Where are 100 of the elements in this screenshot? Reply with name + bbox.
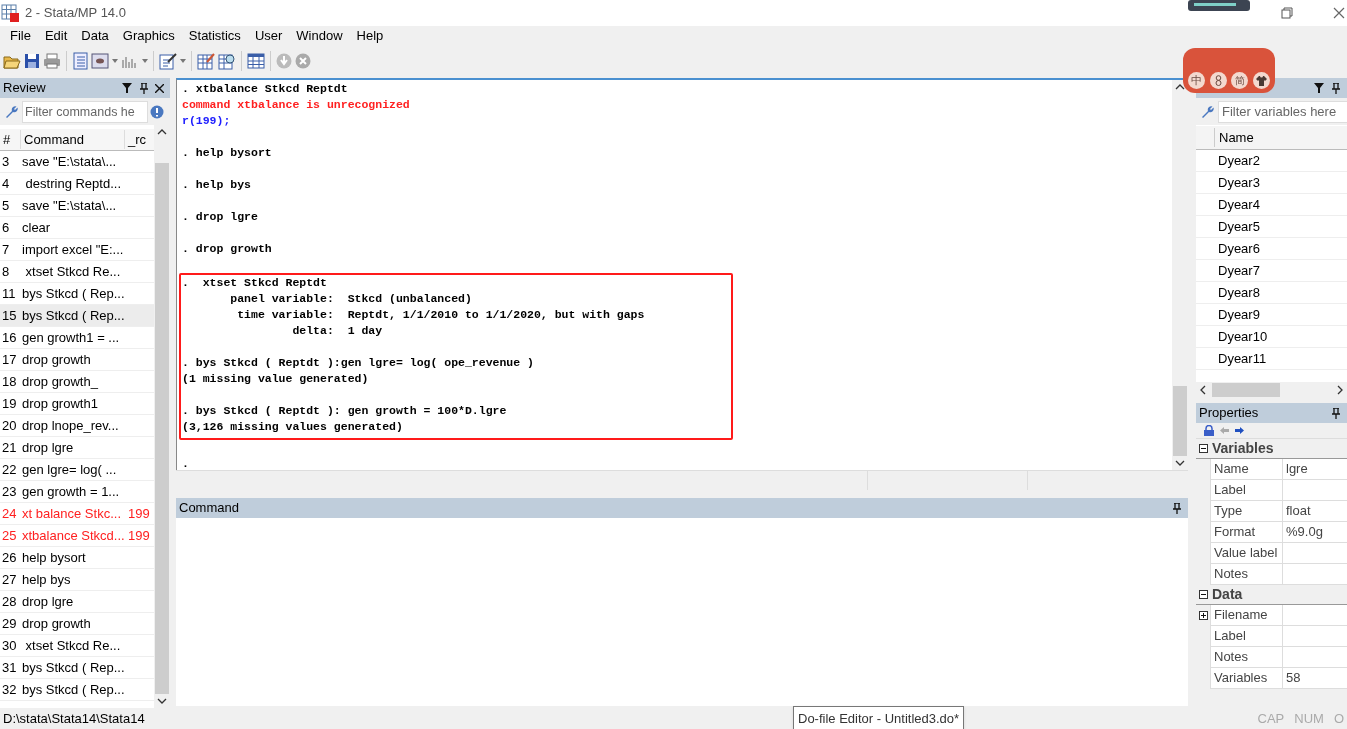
command-text: drop growth <box>21 350 92 369</box>
output-line: panel variable: Stkcd (unbalanced) <box>229 291 473 307</box>
history-row[interactable]: 15 bys Stkcd ( Rep... <box>0 305 154 327</box>
property-value: %9.0g <box>1285 523 1324 542</box>
row-number: 3 <box>1 152 11 171</box>
table-icon[interactable] <box>247 53 265 69</box>
ime-toolbar[interactable]: 中 简 <box>1183 48 1275 93</box>
row-number: 15 <box>1 306 18 325</box>
pin-icon[interactable] <box>140 82 148 94</box>
save-icon[interactable] <box>24 53 40 69</box>
panel-title: Properties <box>1199 404 1260 423</box>
menu-item[interactable]: Data <box>74 26 116 46</box>
variable-name[interactable]: Dyear4 <box>1218 194 1260 215</box>
expand-icon[interactable] <box>1198 611 1208 620</box>
info-icon[interactable] <box>150 104 164 119</box>
group-title: Variables <box>1212 439 1274 458</box>
property-value: lgre <box>1285 460 1309 479</box>
data-browser-icon[interactable] <box>218 52 236 70</box>
command-text: gen growth1 = ... <box>21 328 121 347</box>
edit-document-icon[interactable] <box>159 52 177 70</box>
variable-name[interactable]: Dyear8 <box>1218 282 1260 303</box>
filter-icon[interactable] <box>1314 83 1324 93</box>
pin-icon[interactable] <box>1332 82 1340 94</box>
column-header[interactable]: Command <box>20 129 124 150</box>
command-echo: . bys Stkcd ( Reptdt ):gen lgre= log( ope_revenue ) <box>182 355 535 371</box>
filter-icon[interactable] <box>122 83 132 93</box>
column-header[interactable]: # <box>0 129 20 150</box>
command-text: xtset Stkcd Re... <box>24 636 122 655</box>
close-icon[interactable] <box>155 83 164 93</box>
property-label: Notes <box>1211 564 1283 584</box>
output-line: (3,126 missing values generated) <box>182 419 404 435</box>
status-path: D:\stata\Stata14\Stata14 <box>3 709 145 728</box>
window-title: 2 - Stata/MP 14.0 <box>25 4 126 23</box>
pin-icon[interactable] <box>1332 407 1340 419</box>
command-echo: . xtset Stkcd Reptdt <box>182 275 328 291</box>
command-text: destring Reptd... <box>24 174 122 193</box>
command-echo: . drop growth <box>182 241 273 257</box>
shirt-icon[interactable] <box>1255 75 1267 86</box>
menu-item[interactable]: Window <box>289 26 350 46</box>
output-line: (1 missing value generated) <box>182 371 370 387</box>
wrench-icon <box>4 104 18 119</box>
variable-name[interactable]: Dyear7 <box>1218 260 1260 281</box>
menu-item[interactable]: User <box>247 26 290 46</box>
variable-name[interactable]: Dyear3 <box>1218 172 1260 193</box>
command-text: save "E:\stata\... <box>21 152 118 171</box>
command-text: save "E:\stata\... <box>21 196 118 215</box>
command-text: help bysort <box>21 548 87 567</box>
print-icon[interactable] <box>43 53 61 69</box>
filter-field[interactable]: Filter variables here <box>1218 100 1347 123</box>
command-text: drop growth1 <box>21 394 99 413</box>
variable-name[interactable]: Dyear6 <box>1218 238 1260 259</box>
status-indicator: NUM <box>1294 709 1324 728</box>
menu-item[interactable]: Graphics <box>115 26 182 46</box>
collapse-icon[interactable] <box>1199 444 1208 453</box>
close-icon[interactable] <box>1333 7 1345 19</box>
menu-item[interactable]: Statistics <box>181 26 248 46</box>
caret-icon[interactable] <box>112 59 118 63</box>
command-text: xtset Stkcd Re... <box>24 262 122 281</box>
menu-item[interactable]: Edit <box>37 26 75 46</box>
row-number: 11 <box>1 284 17 303</box>
data-editor-icon[interactable] <box>197 52 215 70</box>
command-text: drop lgre <box>21 438 75 457</box>
scrollbar-thumb[interactable] <box>155 163 169 694</box>
command-echo: . bys Stkcd ( Reptdt ): gen growth = 100*D.lgre <box>182 403 508 419</box>
command-text: clear <box>21 218 52 237</box>
status-indicator: O <box>1333 709 1344 728</box>
row-number: 23 <box>1 482 18 501</box>
variable-name[interactable]: Dyear9 <box>1218 304 1260 325</box>
menu-item[interactable]: File <box>3 26 38 46</box>
variable-name[interactable]: Dyear2 <box>1218 150 1260 171</box>
variable-name[interactable]: Dyear10 <box>1218 326 1268 347</box>
command-text: gen growth = 1... <box>21 482 121 501</box>
caret-icon[interactable] <box>180 59 186 63</box>
menu-item[interactable]: Help <box>349 26 391 46</box>
scrollbar-thumb[interactable] <box>1212 383 1280 397</box>
row-number: 28 <box>1 592 18 611</box>
pin-icon[interactable] <box>1173 502 1181 514</box>
filter-field[interactable]: Filter commands he <box>22 100 148 123</box>
return-code: 199 <box>127 526 150 545</box>
command-text: bys Stkcd ( Rep... <box>21 306 126 325</box>
command-text: bys Stkcd ( Rep... <box>21 680 126 699</box>
forward-arrow-icon[interactable] <box>1235 427 1244 434</box>
row-number: 18 <box>1 372 18 391</box>
command-echo: . help bys <box>182 177 252 193</box>
tooltip: Do-file Editor - Untitled3.do* <box>793 706 965 729</box>
variable-name[interactable]: Dyear11 <box>1218 348 1267 369</box>
command-echo: . xtbalance Stkcd Reptdt <box>182 81 349 97</box>
row-number: 16 <box>1 328 18 347</box>
row-number: 30 <box>1 636 18 655</box>
scrollbar-thumb[interactable] <box>1173 386 1187 456</box>
viewer-icon[interactable] <box>91 53 109 69</box>
variable-name[interactable]: Dyear5 <box>1218 216 1260 237</box>
restore-icon[interactable] <box>1281 7 1293 19</box>
property-label: Type <box>1211 501 1283 521</box>
caret-icon[interactable] <box>142 59 148 63</box>
property-label: Name <box>1211 459 1283 479</box>
collapse-icon[interactable] <box>1199 590 1208 599</box>
property-value: 58 <box>1285 669 1302 688</box>
lock-icon[interactable] <box>1204 425 1214 436</box>
command-text: drop growth <box>21 614 92 633</box>
